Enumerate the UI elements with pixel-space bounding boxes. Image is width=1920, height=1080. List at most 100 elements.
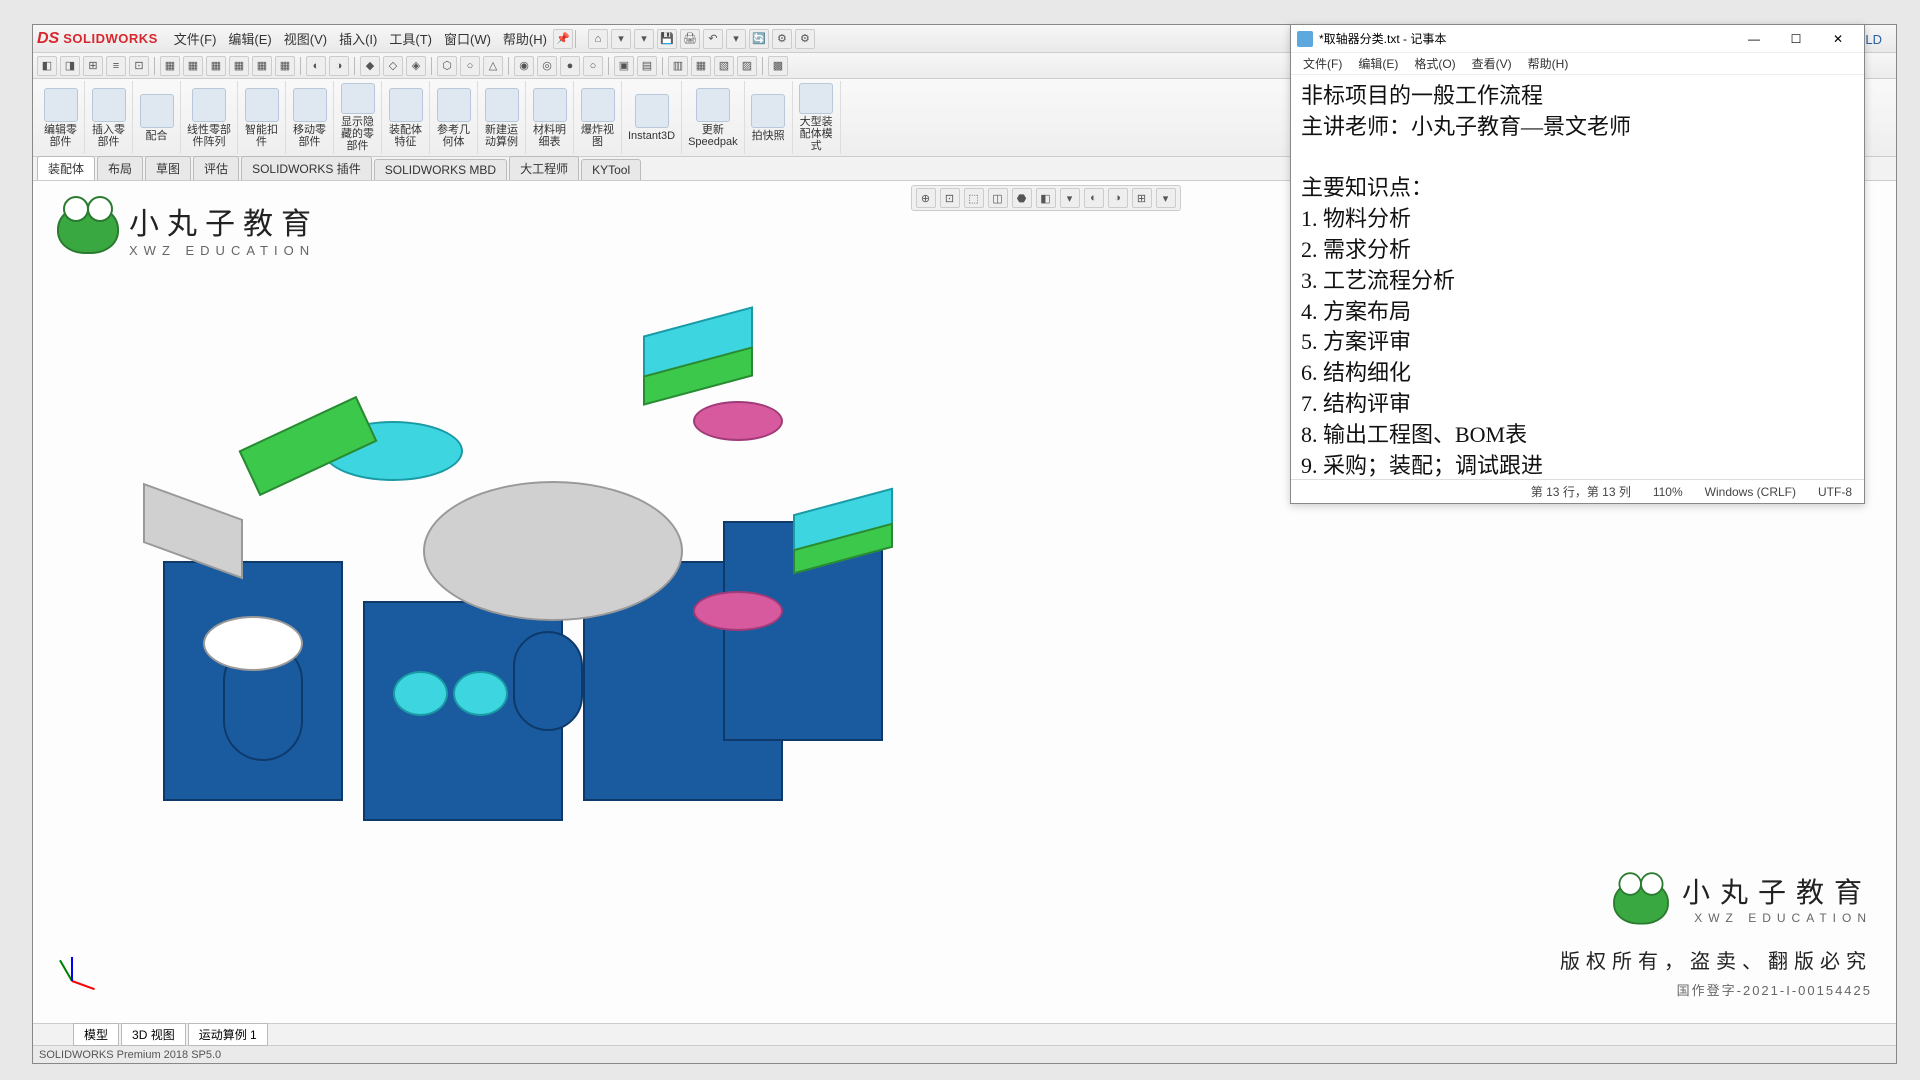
ribbon-move-component[interactable]: 移动零 部件 xyxy=(286,81,334,154)
qb-icon[interactable]: ◆ xyxy=(360,56,380,76)
menu-help[interactable]: 帮助(H) xyxy=(497,29,553,48)
qb-icon[interactable]: ▥ xyxy=(668,56,688,76)
menu-insert[interactable]: 插入(I) xyxy=(333,29,383,48)
tab-evaluate[interactable]: 评估 xyxy=(193,156,239,180)
save-icon[interactable]: 💾 xyxy=(657,29,677,49)
view-icon[interactable]: ⬚ xyxy=(964,188,984,208)
open-icon[interactable]: ▾ xyxy=(634,29,654,49)
rebuild-icon[interactable]: 🔄 xyxy=(749,29,769,49)
ribbon-mate[interactable]: 配合 xyxy=(133,81,181,154)
ribbon-linear-pattern[interactable]: 线性零部 件阵列 xyxy=(181,81,238,154)
qb-icon[interactable]: ◎ xyxy=(537,56,557,76)
menu-tools[interactable]: 工具(T) xyxy=(383,29,438,48)
qb-icon[interactable]: ▣ xyxy=(614,56,634,76)
notepad-textarea[interactable]: 非标项目的一般工作流程 主讲老师：小丸子教育—景文老师 主要知识点： 1. 物料… xyxy=(1291,75,1864,479)
tab-sketch[interactable]: 草图 xyxy=(145,156,191,180)
qb-icon[interactable]: ◨ xyxy=(60,56,80,76)
frog-icon xyxy=(1613,880,1669,925)
qb-icon[interactable]: ▧ xyxy=(714,56,734,76)
tab-addins[interactable]: SOLIDWORKS 插件 xyxy=(241,156,372,180)
ribbon-edit-component[interactable]: 编辑零 部件 xyxy=(37,81,85,154)
qb-icon[interactable]: ◐ xyxy=(306,56,326,76)
qb-icon[interactable]: ▦ xyxy=(252,56,272,76)
qb-icon[interactable]: ▦ xyxy=(691,56,711,76)
orientation-triad[interactable] xyxy=(51,961,91,1001)
home-icon[interactable]: ⌂ xyxy=(588,29,608,49)
qb-icon[interactable]: ▦ xyxy=(275,56,295,76)
np-menu-format[interactable]: 格式(O) xyxy=(1406,55,1463,72)
view-icon[interactable]: ⬣ xyxy=(1012,188,1032,208)
select-icon[interactable]: ▾ xyxy=(726,29,746,49)
qb-icon[interactable]: ○ xyxy=(460,56,480,76)
ribbon-exploded-view[interactable]: 爆炸视 图 xyxy=(574,81,622,154)
undo-icon[interactable]: ↶ xyxy=(703,29,723,49)
cad-model[interactable] xyxy=(103,301,923,901)
maximize-button[interactable]: ☐ xyxy=(1776,27,1816,51)
ribbon-update-speedpak[interactable]: 更新 Speedpak xyxy=(682,81,745,154)
np-menu-file[interactable]: 文件(F) xyxy=(1295,55,1350,72)
view-icon[interactable]: ◐ xyxy=(1084,188,1104,208)
view-icon[interactable]: ▾ xyxy=(1060,188,1080,208)
view-icon[interactable]: ▾ xyxy=(1156,188,1176,208)
new-icon[interactable]: ▾ xyxy=(611,29,631,49)
menu-edit[interactable]: 编辑(E) xyxy=(222,29,277,48)
separator xyxy=(354,57,355,75)
btab-model[interactable]: 模型 xyxy=(73,1023,119,1046)
ribbon-instant3d[interactable]: Instant3D xyxy=(622,81,682,154)
menu-pin-icon[interactable]: 📌 xyxy=(553,29,573,49)
minimize-button[interactable]: — xyxy=(1734,27,1774,51)
ribbon-bom[interactable]: 材料明 细表 xyxy=(526,81,574,154)
tab-engineer[interactable]: 大工程师 xyxy=(509,156,579,180)
qb-icon[interactable]: △ xyxy=(483,56,503,76)
qb-icon[interactable]: ▦ xyxy=(183,56,203,76)
ribbon-show-hidden[interactable]: 显示隐 藏的零 部件 xyxy=(334,81,382,154)
qb-icon[interactable]: ▨ xyxy=(737,56,757,76)
qb-icon[interactable]: ◑ xyxy=(329,56,349,76)
ribbon-large-assembly[interactable]: 大型装 配体模 式 xyxy=(793,81,841,154)
close-button[interactable]: ✕ xyxy=(1818,27,1858,51)
qb-icon[interactable]: ⬡ xyxy=(437,56,457,76)
tab-kytool[interactable]: KYTool xyxy=(581,159,641,180)
view-icon[interactable]: ◧ xyxy=(1036,188,1056,208)
menu-file[interactable]: 文件(F) xyxy=(168,29,223,48)
ribbon-new-motion-study[interactable]: 新建运 动算例 xyxy=(478,81,526,154)
qb-icon[interactable]: ▦ xyxy=(229,56,249,76)
qb-icon[interactable]: ≡ xyxy=(106,56,126,76)
ribbon-smart-fasteners[interactable]: 智能扣 件 xyxy=(238,81,286,154)
ribbon-assembly-features[interactable]: 装配体 特征 xyxy=(382,81,430,154)
np-menu-edit[interactable]: 编辑(E) xyxy=(1350,55,1406,72)
view-icon[interactable]: ⊕ xyxy=(916,188,936,208)
qb-icon[interactable]: ○ xyxy=(583,56,603,76)
ribbon-insert-component[interactable]: 插入零 部件 xyxy=(85,81,133,154)
qb-icon[interactable]: ⊞ xyxy=(83,56,103,76)
view-icon[interactable]: ◫ xyxy=(988,188,1008,208)
qb-icon[interactable]: ▦ xyxy=(160,56,180,76)
view-icon[interactable]: ⊞ xyxy=(1132,188,1152,208)
qb-icon[interactable]: ◧ xyxy=(37,56,57,76)
btab-3dview[interactable]: 3D 视图 xyxy=(121,1023,186,1046)
qb-icon[interactable]: ● xyxy=(560,56,580,76)
ribbon-snapshot[interactable]: 拍快照 xyxy=(745,81,793,154)
qb-icon[interactable]: ◉ xyxy=(514,56,534,76)
options-icon[interactable]: ⚙ xyxy=(772,29,792,49)
qb-icon[interactable]: ◈ xyxy=(406,56,426,76)
qb-icon[interactable]: ▩ xyxy=(768,56,788,76)
tab-layout[interactable]: 布局 xyxy=(97,156,143,180)
np-menu-view[interactable]: 查看(V) xyxy=(1464,55,1520,72)
settings-icon[interactable]: ⚙ xyxy=(795,29,815,49)
np-menu-help[interactable]: 帮助(H) xyxy=(1520,55,1577,72)
qb-icon[interactable]: ▤ xyxy=(637,56,657,76)
qb-icon[interactable]: ▦ xyxy=(206,56,226,76)
qb-icon[interactable]: ◇ xyxy=(383,56,403,76)
ribbon-reference-geometry[interactable]: 参考几 何体 xyxy=(430,81,478,154)
btab-motion[interactable]: 运动算例 1 xyxy=(188,1023,268,1046)
view-icon[interactable]: ⊡ xyxy=(940,188,960,208)
notepad-titlebar[interactable]: *取轴器分类.txt - 记事本 — ☐ ✕ xyxy=(1291,25,1864,53)
print-icon[interactable]: 🖨 xyxy=(680,29,700,49)
menu-view[interactable]: 视图(V) xyxy=(278,29,333,48)
tab-assembly[interactable]: 装配体 xyxy=(37,156,95,180)
tab-mbd[interactable]: SOLIDWORKS MBD xyxy=(374,159,507,180)
qb-icon[interactable]: ⊡ xyxy=(129,56,149,76)
menu-window[interactable]: 窗口(W) xyxy=(438,29,497,48)
view-icon[interactable]: ◑ xyxy=(1108,188,1128,208)
